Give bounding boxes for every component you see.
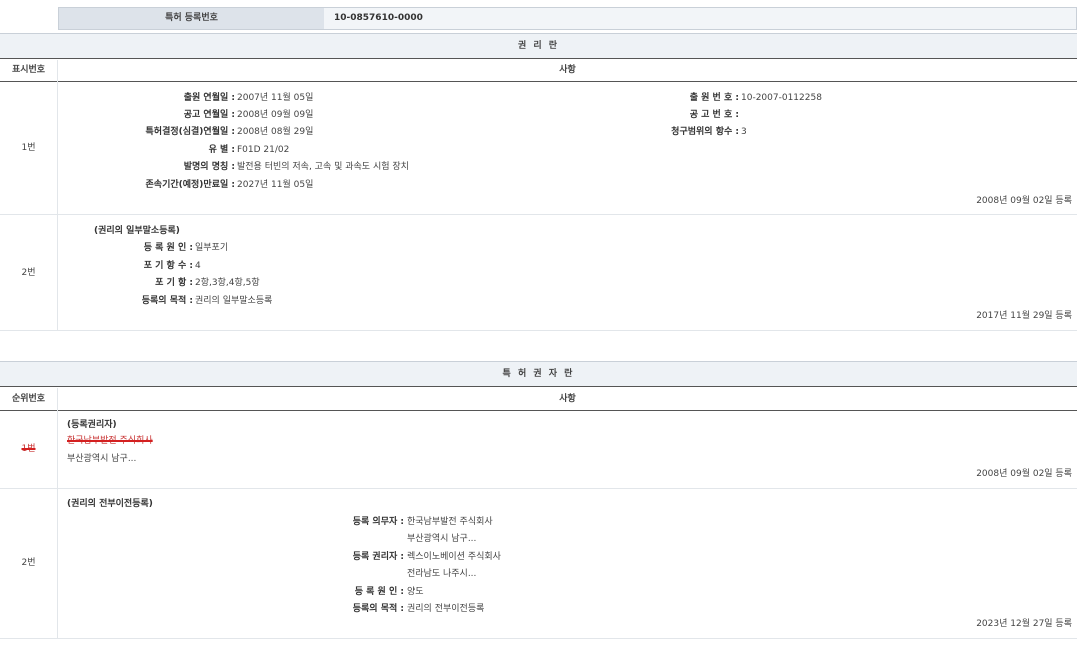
assignee-address: 전라남도 나주시... <box>407 566 476 582</box>
holders-col-divider <box>57 388 58 638</box>
row-heading: (권리의 일부말소등록) <box>94 223 180 239</box>
waived-claims-label: 포 기 항 : <box>80 275 193 291</box>
holders-col-number: 순위번호 <box>0 388 57 411</box>
waived-claims-value: 2항,3항,4항,5항 <box>195 275 260 291</box>
pub-number-label: 공 고 번 호 : <box>560 107 739 123</box>
holders-row-number: 2번 <box>0 555 57 571</box>
pub-date-label: 공고 연월일 : <box>60 107 235 123</box>
row-heading: (권리의 전부이전등록) <box>67 496 153 512</box>
waived-count-label: 포 기 항 수 : <box>80 258 193 274</box>
reg-number-label: 특허 등록번호 <box>58 7 325 30</box>
holders-col-item: 사항 <box>58 388 1077 411</box>
waived-count-value: 4 <box>195 258 201 274</box>
obligor-name: 한국남부발전 주식회사 <box>407 514 493 530</box>
rights-col-number: 표시번호 <box>0 60 57 82</box>
decision-date-value: 2008년 08월 29일 <box>237 124 313 140</box>
obligor-label: 등록 의무자 : <box>300 514 404 530</box>
obligor-address: 부산광역시 남구... <box>407 531 476 547</box>
rights-col-divider <box>57 60 58 331</box>
registration-date: 2017년 11월 29일 등록 <box>800 308 1072 324</box>
transfer-cause-label: 등 록 원 인 : <box>300 584 404 600</box>
expiry-date-label: 존속기간(예정)만료일 : <box>60 177 235 193</box>
registration-date: 2008년 09월 02일 등록 <box>800 193 1072 209</box>
assignee-name: 렉스이노베이션 주식회사 <box>407 549 501 565</box>
claims-count-value: 3 <box>741 124 747 140</box>
reg-purpose-label: 등록의 목적 : <box>80 293 193 309</box>
row-heading: (등록권리자) <box>67 417 117 433</box>
expiry-date-value: 2027년 11월 05일 <box>237 177 313 193</box>
holders-section-title: 특 허 권 자 란 <box>0 361 1077 387</box>
holders-row-number: 1번 <box>0 441 57 457</box>
row-divider <box>0 488 1077 489</box>
app-number-value: 10-2007-0112258 <box>741 90 822 106</box>
classification-value: F01D 21/02 <box>237 142 289 158</box>
registration-date: 2023년 12월 27일 등록 <box>800 616 1072 632</box>
rights-col-item: 사항 <box>58 60 1077 82</box>
rights-row-number: 2번 <box>0 265 57 281</box>
invention-title-label: 발명의 명칭 : <box>60 159 235 175</box>
row-divider <box>0 214 1077 215</box>
reg-purpose-value: 권리의 일부말소등록 <box>195 293 272 309</box>
invention-title-value: 발전용 터빈의 저속, 고속 및 과속도 시험 장치 <box>237 159 409 175</box>
rights-row-number: 1번 <box>0 140 57 156</box>
reg-cause-label: 등 록 원 인 : <box>80 240 193 256</box>
reg-cause-value: 일부포기 <box>195 240 228 256</box>
transfer-purpose-value: 권리의 전부이전등록 <box>407 601 484 617</box>
app-date-label: 출원 연월일 : <box>60 90 235 106</box>
row-divider <box>0 330 1077 331</box>
reg-number-value: 10-0857610-0000 <box>324 7 1077 30</box>
app-number-label: 출 원 번 호 : <box>560 90 739 106</box>
classification-label: 유 별 : <box>60 142 235 158</box>
claims-count-label: 청구범위의 항수 : <box>560 124 739 140</box>
rights-section-title: 권 리 란 <box>0 33 1077 59</box>
holder-name: 한국남부발전 주식회사 <box>67 433 153 449</box>
pub-date-value: 2008년 09월 09일 <box>237 107 313 123</box>
decision-date-label: 특허결정(심결)연월일 : <box>60 124 235 140</box>
registration-date: 2008년 09월 02일 등록 <box>800 466 1072 482</box>
row-divider <box>0 638 1077 639</box>
transfer-cause-value: 양도 <box>407 584 424 600</box>
assignee-label: 등록 권리자 : <box>300 549 404 565</box>
app-date-value: 2007년 11월 05일 <box>237 90 313 106</box>
transfer-purpose-label: 등록의 목적 : <box>300 601 404 617</box>
holder-address: 부산광역시 남구... <box>67 451 136 467</box>
